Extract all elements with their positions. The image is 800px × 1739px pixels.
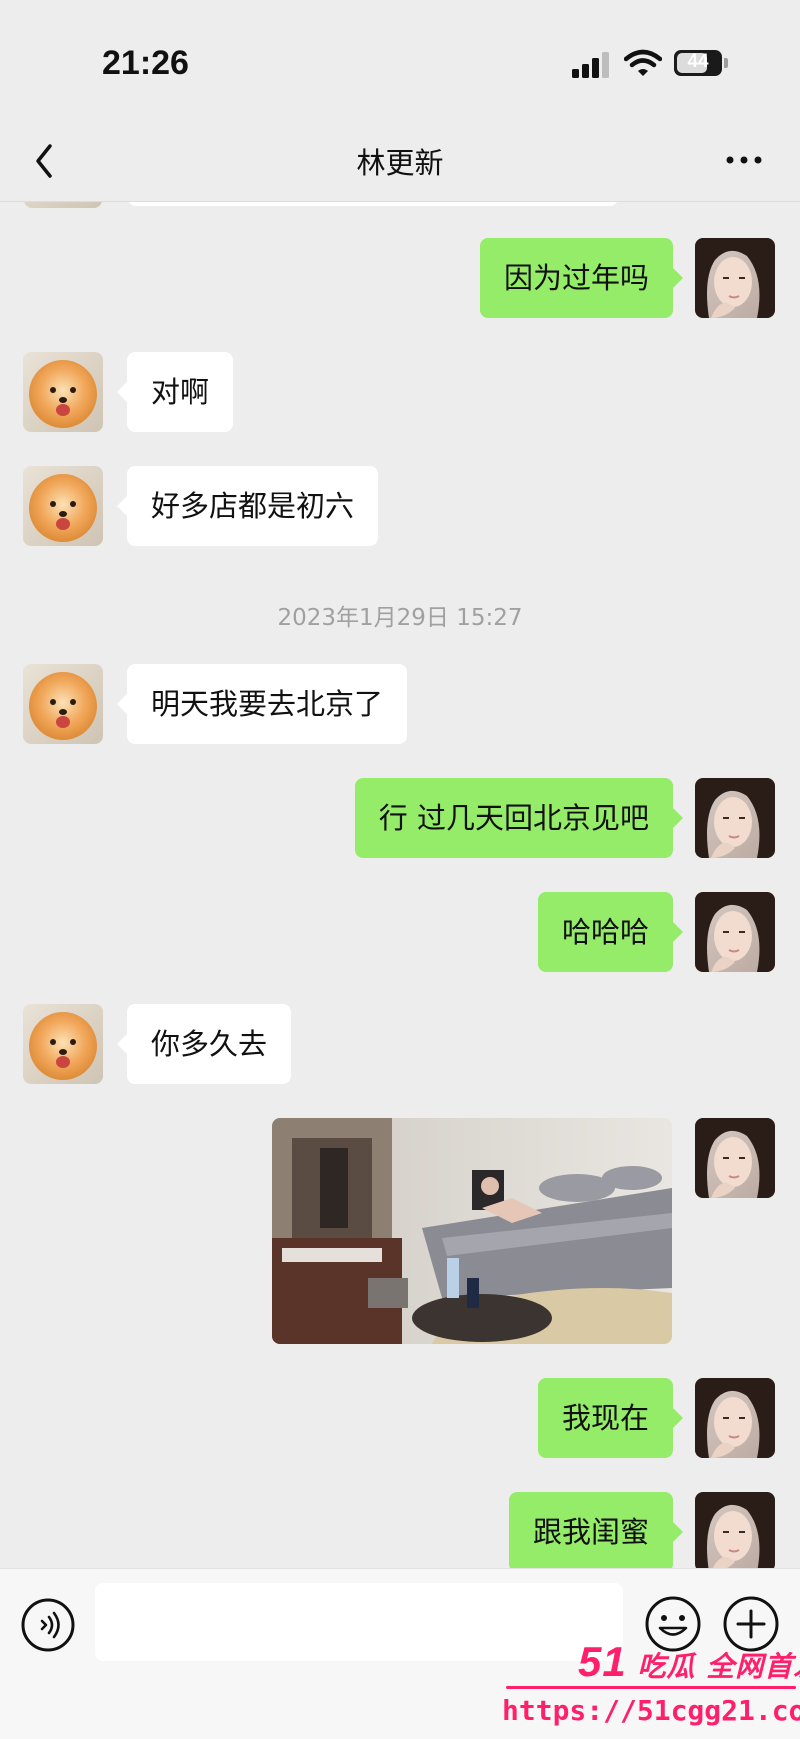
status-bar: 21:26 44 <box>0 0 800 120</box>
my-avatar[interactable] <box>695 1118 775 1198</box>
contact-avatar[interactable] <box>24 202 102 208</box>
message-timestamp: 2023年1月29日 15:27 <box>277 605 523 631</box>
my-avatar[interactable] <box>695 892 775 972</box>
message-bubble-outgoing[interactable]: 跟我闺蜜 <box>508 1492 684 1568</box>
my-avatar[interactable] <box>695 778 775 858</box>
cellular-signal-icon <box>572 52 612 78</box>
battery-tip <box>724 58 728 68</box>
wifi-icon <box>624 49 662 76</box>
contact-avatar[interactable] <box>23 1004 103 1084</box>
watermark-url: https://51cgg21.com <box>502 1694 800 1727</box>
message-bubble-outgoing[interactable]: 哈哈哈 <box>537 892 684 972</box>
message-bubble-incoming[interactable]: 对啊 <box>116 352 234 432</box>
battery-level: 44 <box>687 51 709 72</box>
voice-input-icon[interactable] <box>20 1597 76 1653</box>
battery-icon: 44 <box>674 50 722 76</box>
watermark: 51 吃瓜 全网首发 https://51cgg21.com <box>496 1638 800 1739</box>
my-avatar[interactable] <box>695 1378 775 1458</box>
my-avatar[interactable] <box>695 238 775 318</box>
watermark-brand-number: 51 <box>578 1638 627 1685</box>
message-bubble-incoming[interactable]: 明天我要去北京了 <box>116 664 408 744</box>
message-bubble-incoming[interactable]: 好多店都是初六 <box>116 466 379 546</box>
message-bubble-partial[interactable] <box>128 202 618 206</box>
my-avatar[interactable] <box>695 1492 775 1568</box>
watermark-brand: 51 吃瓜 全网首发 <box>578 1638 800 1686</box>
more-horizontal-icon[interactable] <box>724 148 764 172</box>
contact-avatar[interactable] <box>23 466 103 546</box>
watermark-divider <box>506 1686 796 1689</box>
chat-header: 林更新 <box>0 120 800 202</box>
status-time: 21:26 <box>102 44 189 82</box>
message-bubble-outgoing[interactable]: 我现在 <box>537 1378 684 1458</box>
contact-avatar[interactable] <box>23 352 103 432</box>
message-bubble-outgoing[interactable]: 因为过年吗 <box>479 238 684 318</box>
message-bubble-outgoing[interactable]: 行 过几天回北京见吧 <box>354 778 684 858</box>
message-list[interactable]: 因为过年吗 对啊 好多店都是初六 2023年1月29日 15:27 明天我要去北… <box>0 202 800 1568</box>
message-bubble-incoming[interactable]: 你多久去 <box>116 1004 292 1084</box>
watermark-brand-text: 吃瓜 全网首发 <box>637 1650 800 1683</box>
chat-title: 林更新 <box>356 146 444 180</box>
contact-avatar[interactable] <box>23 664 103 744</box>
chevron-left-icon[interactable] <box>26 136 66 186</box>
message-image[interactable] <box>272 1118 672 1344</box>
